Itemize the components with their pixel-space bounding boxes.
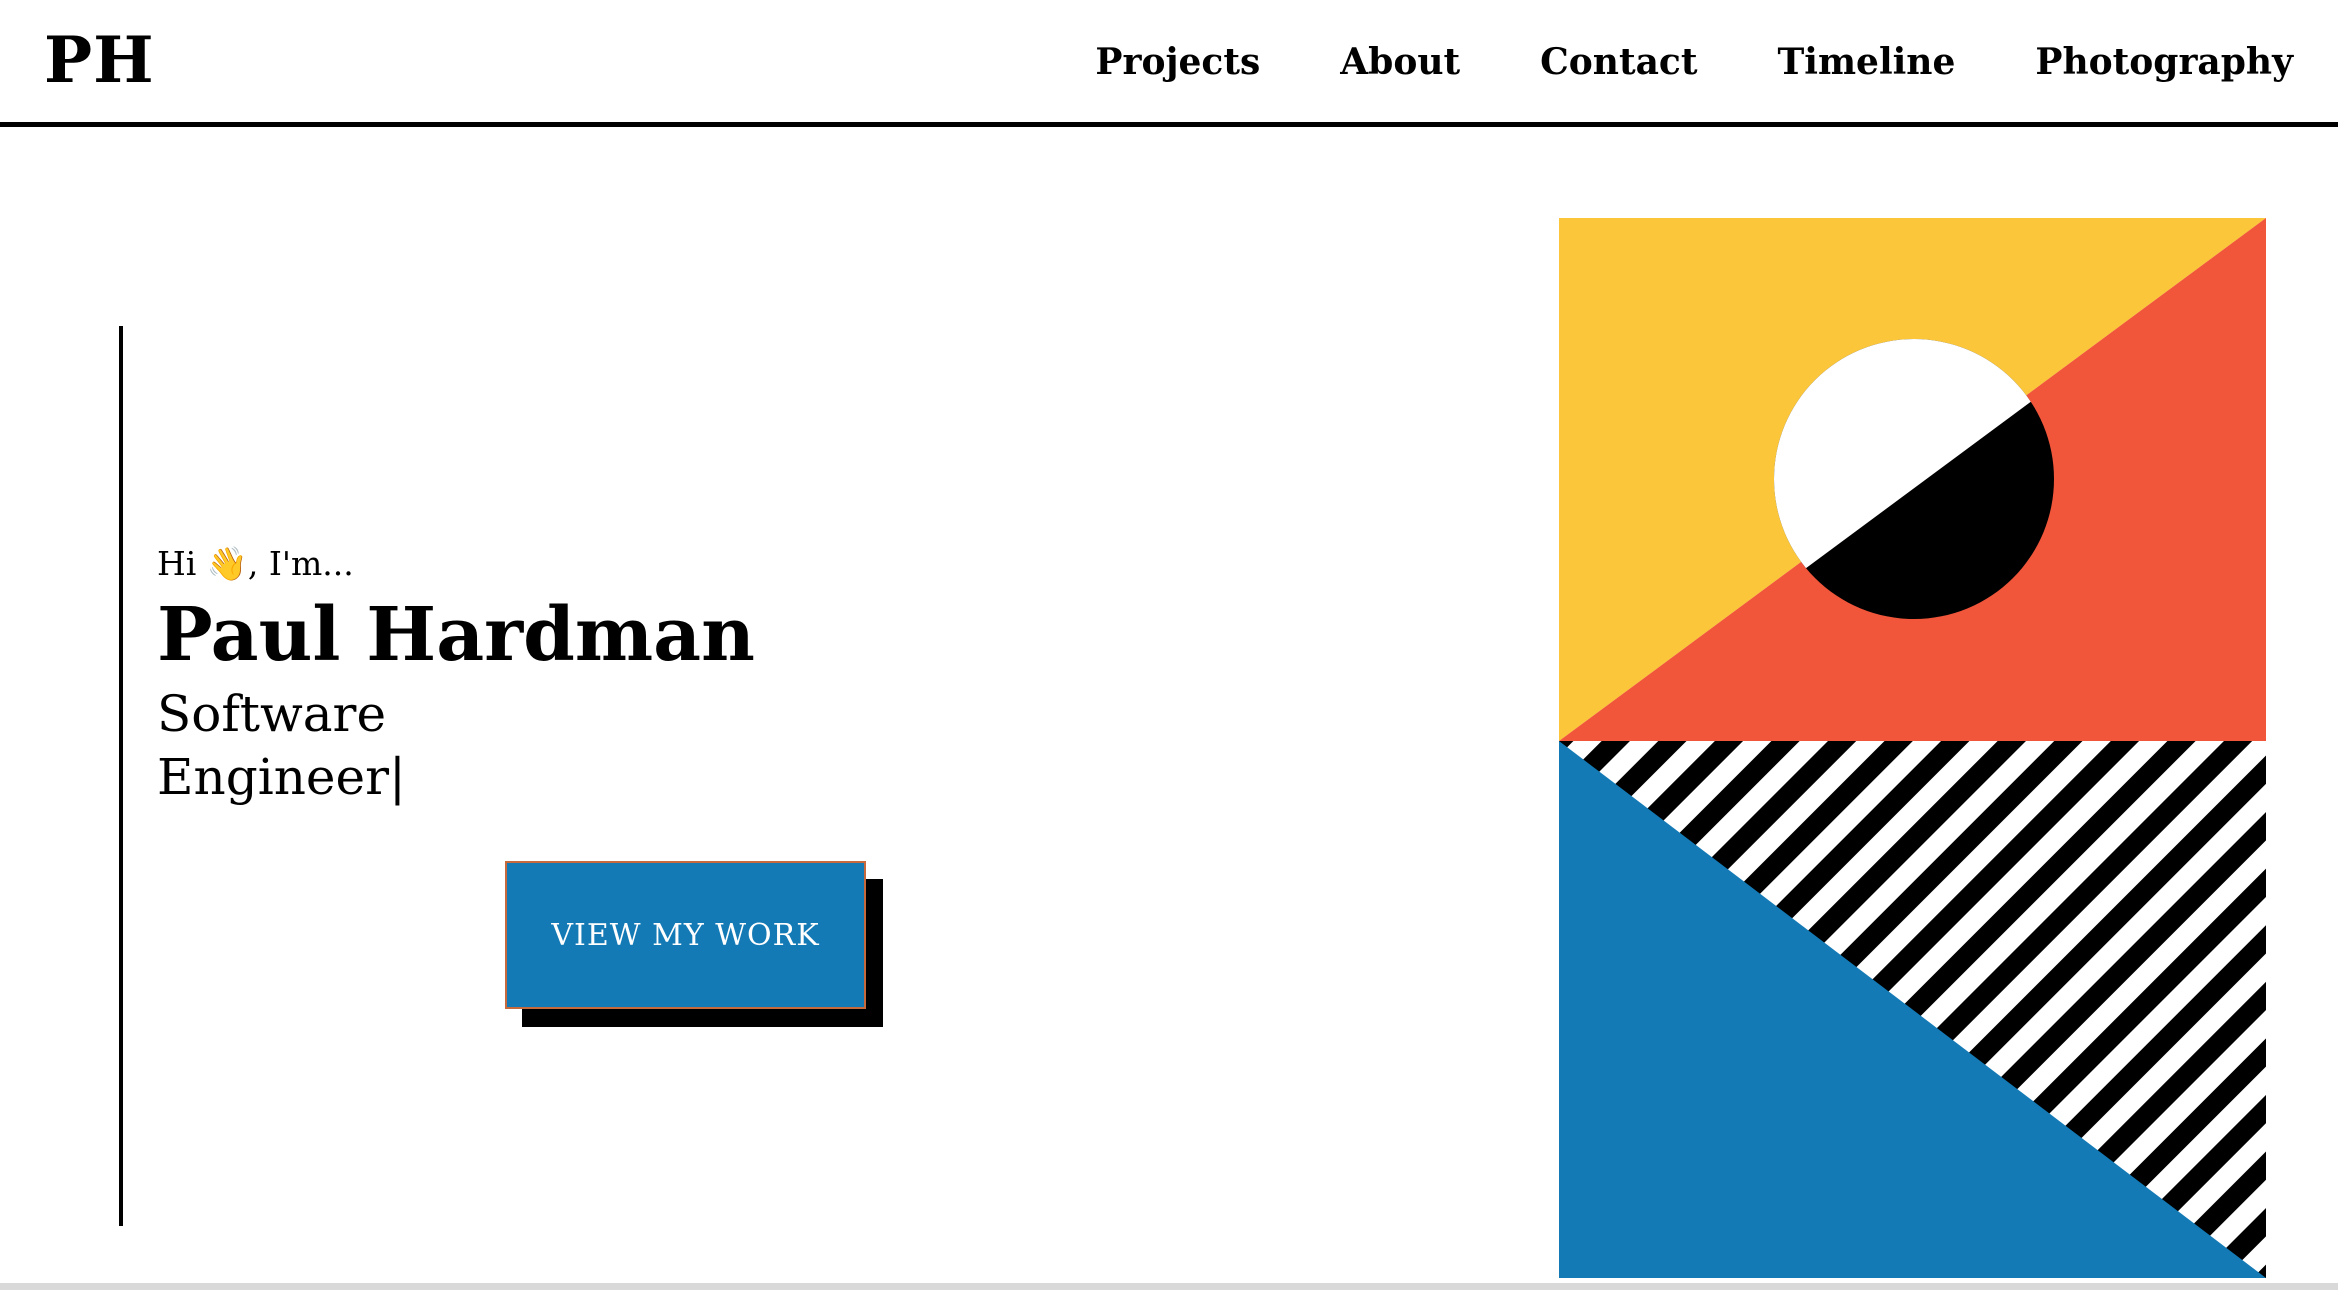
- site-logo[interactable]: PH: [44, 26, 155, 96]
- window-bottom-edge: [0, 1283, 2338, 1290]
- nav-link-projects[interactable]: Projects: [1095, 38, 1260, 86]
- nav-link-contact[interactable]: Contact: [1540, 38, 1697, 86]
- page: PH Projects About Contact Timeline Photo…: [0, 0, 2338, 1290]
- hero-role: Software Engineer|: [157, 683, 437, 809]
- main-nav: Projects About Contact Timeline Photogra…: [1095, 38, 2293, 86]
- nav-link-about[interactable]: About: [1340, 38, 1460, 86]
- hero-greeting: Hi 👋, I'm...: [157, 544, 354, 583]
- hero-vertical-rule: [119, 326, 123, 1226]
- nav-link-photography[interactable]: Photography: [2035, 38, 2293, 86]
- typing-cursor: |: [388, 748, 406, 806]
- site-header: PH Projects About Contact Timeline Photo…: [0, 0, 2338, 127]
- hero-name: Paul Hardman: [157, 592, 755, 678]
- hero-role-line2-text: Engineer: [157, 748, 389, 806]
- hero-role-line2: Engineer|: [157, 746, 437, 809]
- nav-link-timeline[interactable]: Timeline: [1777, 38, 1955, 86]
- hero-role-line1: Software: [157, 685, 387, 743]
- view-my-work-button[interactable]: VIEW MY WORK: [505, 861, 866, 1009]
- hero-artwork: [1559, 218, 2266, 1278]
